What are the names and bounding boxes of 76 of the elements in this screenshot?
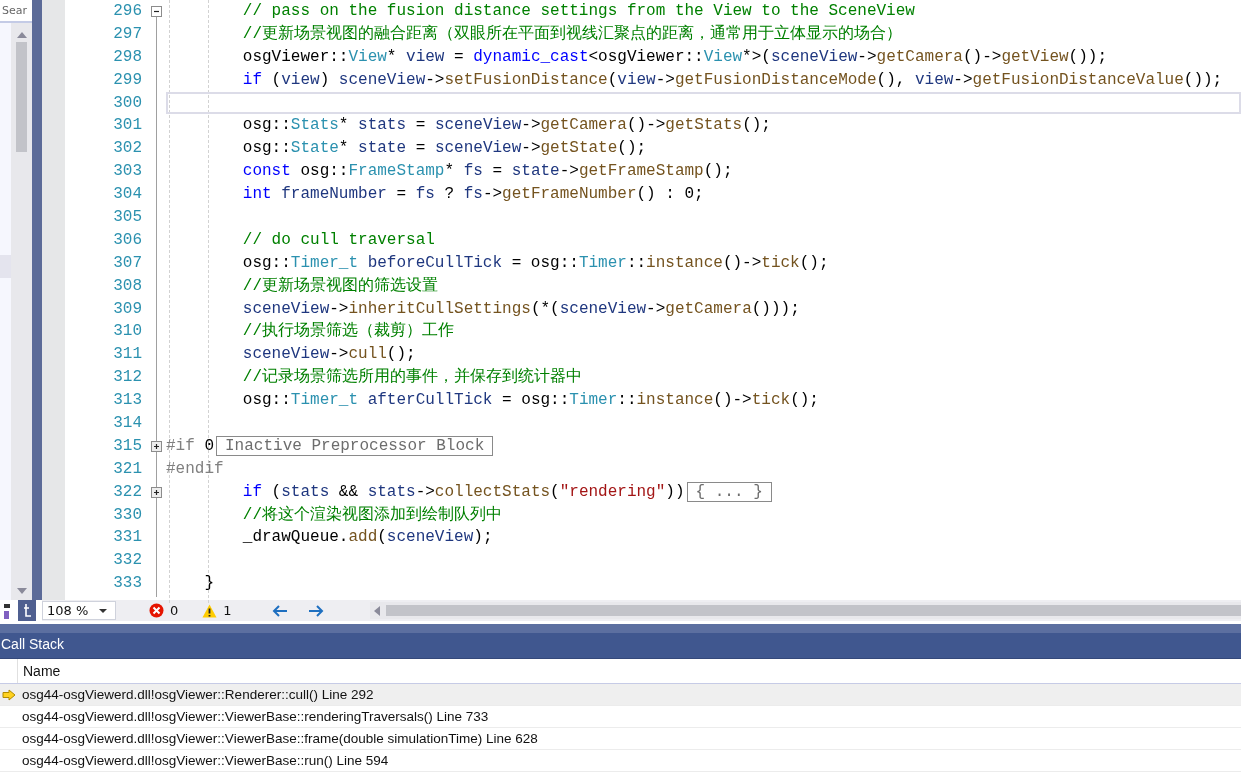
- warning-icon: [202, 603, 218, 618]
- call-stack-row[interactable]: osg44-osgViewerd.dll!osgViewer::ViewerBase::renderingTraversals() Line 733: [0, 706, 1241, 728]
- back-arrow-icon[interactable]: [271, 604, 288, 617]
- collapse-icon[interactable]: [151, 5, 162, 17]
- code-line: osg::Stats* stats = sceneView->getCamera()->getStats();: [241, 115, 771, 137]
- current-frame-arrow-icon: [1, 688, 16, 701]
- code-line: osg::Timer_t beforeCullTick = osg::Timer::instance()->tick();: [241, 252, 829, 274]
- code-line: #endif: [166, 458, 224, 480]
- line-number: 304: [112, 184, 143, 206]
- line-number: 322: [112, 481, 143, 503]
- code-line: sceneView->inheritCullSettings(*(sceneView->getCamera()));: [241, 298, 800, 320]
- code-line: osg::Timer_t afterCullTick = osg::Timer::instance()->tick();: [241, 390, 819, 412]
- warning-count[interactable]: 1: [223, 603, 232, 618]
- line-number: 332: [112, 550, 143, 572]
- zoom-dropdown[interactable]: 108 %: [42, 601, 116, 620]
- scroll-thumb[interactable]: [385, 605, 1241, 616]
- call-stack-row[interactable]: osg44-osgViewerd.dll!osgViewer::ViewerBase::frame(double simulationTime) Line 628: [0, 728, 1241, 750]
- error-icon: [149, 603, 164, 618]
- code-line: sceneView->cull();: [241, 344, 416, 366]
- code-line: osg::State* state = sceneView->getState();: [241, 138, 647, 160]
- scroll-thumb[interactable]: [16, 42, 27, 152]
- code-line: }: [203, 573, 214, 595]
- line-number: 313: [112, 390, 143, 412]
- line-number: 300: [112, 92, 143, 114]
- line-number: 309: [112, 298, 143, 320]
- line-number: 315: [112, 435, 143, 457]
- vertical-scrollbar[interactable]: [11, 23, 32, 600]
- expand-icon[interactable]: [151, 486, 162, 498]
- code-line: // pass on the fusion distance settings from the View to the SceneView: [241, 1, 915, 22]
- line-number: 301: [112, 115, 143, 137]
- code-line: //执行场景筛选（裁剪）工作: [241, 320, 454, 343]
- forward-arrow-icon[interactable]: [307, 604, 324, 617]
- code-line: if (view) sceneView->setFusionDistance(view->getFusionDistanceMode(), view->getFusionDistanceValue());: [241, 69, 1223, 91]
- panel-title: Call Stack: [0, 633, 1241, 659]
- line-number: 296: [112, 1, 143, 22]
- line-number: 306: [112, 229, 143, 251]
- error-count[interactable]: 0: [170, 603, 179, 618]
- line-number: 311: [112, 344, 143, 366]
- search-field[interactable]: Sear: [0, 0, 32, 23]
- code-line: //记录场景筛选所用的事件，并保存到统计器中: [241, 366, 582, 389]
- code-line: //更新场景视图的筛选设置: [241, 275, 438, 297]
- line-number: 297: [112, 23, 143, 45]
- line-number: 305: [112, 207, 143, 228]
- line-number: 333: [112, 573, 143, 595]
- code-line: _drawQueue.add(sceneView);: [241, 527, 493, 549]
- line-number: 299: [112, 69, 143, 91]
- line-number: 303: [112, 161, 143, 183]
- line-number: 321: [112, 458, 143, 480]
- horizontal-scrollbar[interactable]: [369, 602, 1241, 619]
- scroll-up-icon[interactable]: [16, 32, 27, 38]
- line-number: 312: [112, 367, 143, 389]
- line-number: 310: [112, 321, 143, 343]
- line-number: 314: [112, 413, 143, 435]
- code-line: int frameNumber = fs ? fs->getFrameNumber() : 0;: [241, 184, 704, 206]
- collapsed-block[interactable]: { ... }: [686, 482, 772, 503]
- code-line: const osg::FrameStamp* fs = state->getFrameStamp();: [241, 161, 733, 183]
- expand-icon[interactable]: [151, 440, 162, 452]
- code-line: //更新场景视图的融合距离（双眼所在平面到视线汇聚点的距离，通常用于立体显示的场合）: [241, 23, 902, 45]
- column-header[interactable]: Name: [18, 659, 1241, 683]
- line-number: 307: [112, 252, 143, 274]
- line-number: 330: [112, 504, 143, 526]
- line-number: 331: [112, 527, 143, 549]
- code-line: // do cull traversal: [241, 229, 435, 251]
- scroll-left-icon[interactable]: [373, 605, 380, 616]
- scroll-down-icon[interactable]: [16, 588, 27, 594]
- call-stack-row[interactable]: osg44-osgViewerd.dll!osgViewer::Renderer::cull() Line 292: [0, 684, 1241, 706]
- code-line: osgViewer::View* view = dynamic_cast<osgViewer::View*>(sceneView->getCamera()->getView());: [241, 46, 1107, 68]
- code-line: #if 0: [166, 435, 214, 457]
- code-line: //将这个渲染视图添加到绘制队列中: [241, 504, 502, 526]
- line-number: 308: [112, 275, 143, 297]
- collapsed-block[interactable]: Inactive Preprocessor Block: [216, 436, 494, 457]
- line-number: 302: [112, 138, 143, 160]
- code-line: if (stats && stats->collectStats("rendering")): [241, 481, 685, 503]
- line-number: 298: [112, 46, 143, 68]
- caret-icon: [99, 608, 107, 613]
- call-stack-row[interactable]: osg44-osgViewerd.dll!osgViewer::ViewerBase::run() Line 594: [0, 750, 1241, 772]
